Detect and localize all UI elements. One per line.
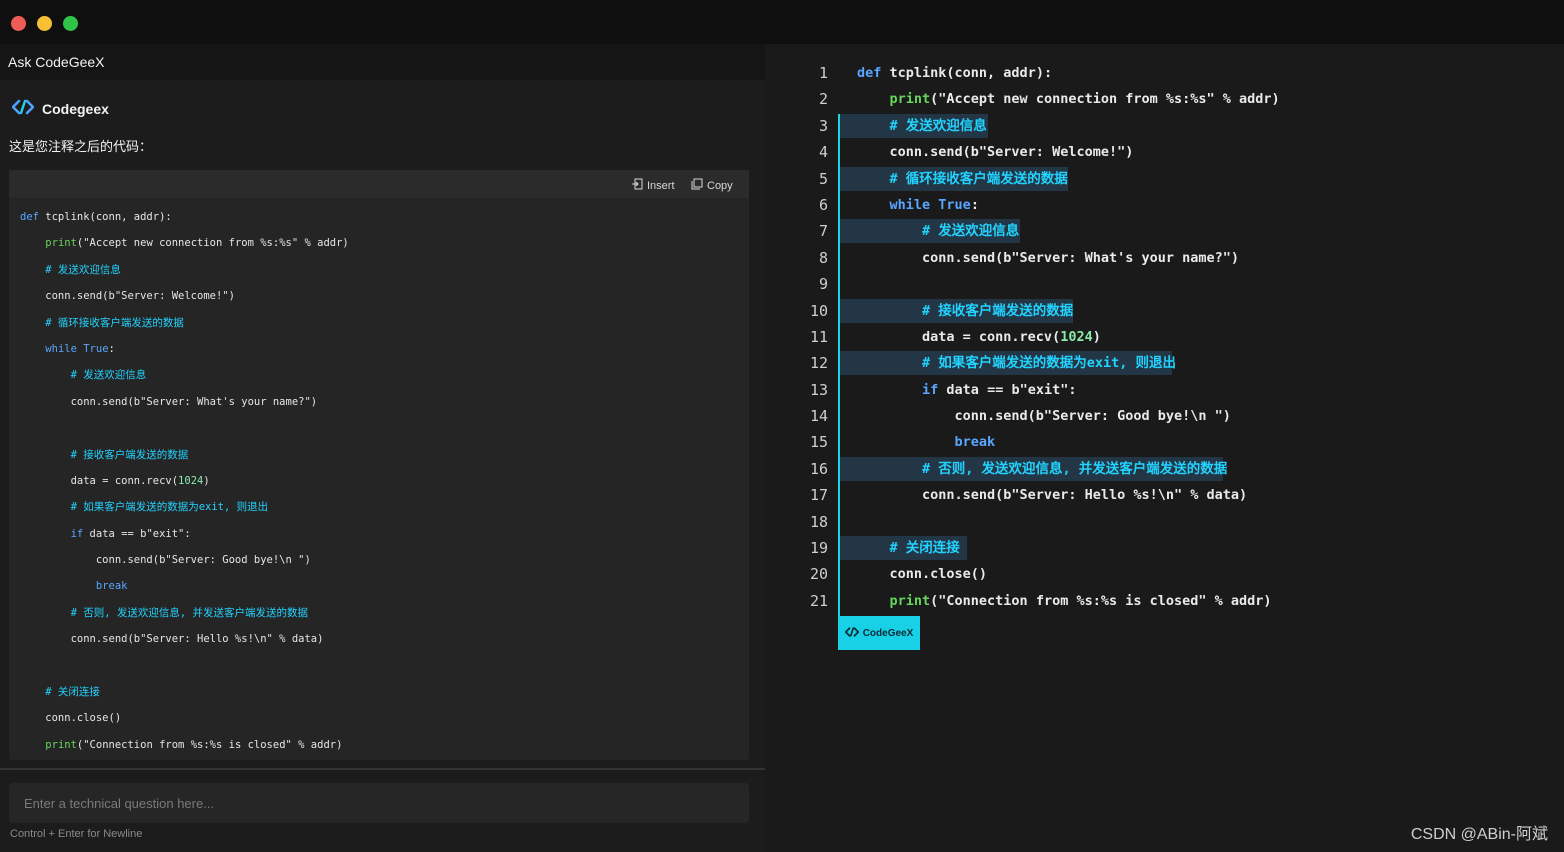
code-block-toolbar: Insert Copy bbox=[9, 170, 749, 198]
line-number: 19 bbox=[809, 539, 828, 558]
copy-icon bbox=[691, 178, 703, 193]
code-line: conn.close() bbox=[20, 712, 122, 725]
code-line: # 如果客户端发送的数据为exit, 则退出 bbox=[840, 350, 1280, 376]
code-editor[interactable]: 1 2 3 4 5 6 7 8 9 10 11 12 13 14 15 16 1… bbox=[765, 44, 1564, 852]
code-line: # 发送欢迎信息 bbox=[840, 113, 1280, 139]
code-line: if data == b"exit": bbox=[70, 527, 191, 540]
code-line: conn.send(b"Server: Hello %s!\n" % data) bbox=[20, 633, 324, 646]
line-number: 13 bbox=[809, 380, 828, 399]
code-line: conn.send(b"Server: Good bye!\n ") bbox=[857, 408, 1231, 425]
line-number: 5 bbox=[818, 169, 828, 188]
code-line: def tcplink(conn, addr): bbox=[857, 65, 1053, 81]
code-line: # 接收客户端发送的数据 bbox=[20, 448, 189, 461]
code-line: print("Connection from %s:%s is closed" … bbox=[45, 738, 343, 751]
line-number: 9 bbox=[818, 275, 828, 294]
comment-highlight: # 否则, 发送欢迎信息, 并发送客户端发送的数据 bbox=[857, 460, 1228, 477]
comment-highlight: # 接收客户端发送的数据 bbox=[857, 302, 1074, 319]
code-line: # 如果客户端发送的数据为exit, 则退出 bbox=[20, 501, 269, 514]
code-line: # 发送欢迎信息 bbox=[840, 218, 1280, 244]
window-titlebar bbox=[0, 0, 1564, 44]
code-line: while True: bbox=[889, 196, 979, 213]
brand: Codegeex bbox=[11, 99, 109, 118]
line-number: 10 bbox=[809, 301, 828, 320]
watermark: CSDN @ABin-阿斌 bbox=[1410, 826, 1548, 843]
close-window-button[interactable] bbox=[11, 16, 26, 31]
code-line: # 发送欢迎信息 bbox=[20, 369, 147, 382]
codegeex-badge-label: CodeGeeX bbox=[862, 627, 914, 639]
copy-label: Copy bbox=[707, 179, 733, 192]
line-number: 11 bbox=[809, 327, 828, 346]
line-number: 1 bbox=[818, 64, 828, 82]
line-number: 3 bbox=[818, 116, 828, 135]
divider bbox=[0, 768, 765, 770]
line-number: 12 bbox=[809, 354, 828, 373]
insert-label: Insert bbox=[647, 179, 675, 192]
code-line: while True: bbox=[45, 342, 115, 355]
code-line: data = conn.recv(1024) bbox=[20, 474, 210, 487]
code-line: # 循环接收客户端发送的数据 bbox=[840, 166, 1280, 192]
copy-button[interactable]: Copy bbox=[691, 178, 733, 193]
code-line: def tcplink(conn, addr): bbox=[20, 211, 172, 223]
newline-hint: Control + Enter for Newline bbox=[10, 828, 143, 840]
chat-panel: Ask CodeGeeX Codegeex 这是您注释之后的代码： Insert bbox=[0, 44, 765, 852]
question-input[interactable] bbox=[9, 783, 749, 823]
code-line: conn.send(b"Server: Good bye!\n ") bbox=[20, 554, 311, 567]
code-line: print("Accept new connection from %s:%s"… bbox=[45, 237, 349, 250]
code-line: # 循环接收客户端发送的数据 bbox=[20, 316, 184, 329]
code-listing: def tcplink(conn, addr): print("Accept n… bbox=[20, 204, 349, 758]
line-number: 8 bbox=[818, 248, 828, 267]
code-line: print("Connection from %s:%s is closed" … bbox=[889, 592, 1272, 609]
code-block: Insert Copy def tcplink(conn, addr): pri… bbox=[9, 170, 749, 760]
comment-highlight: # 如果客户端发送的数据为exit, 则退出 bbox=[857, 355, 1177, 372]
codegeex-badge[interactable]: CodeGeeX bbox=[838, 616, 920, 650]
line-number: 15 bbox=[809, 433, 828, 452]
line-number: 16 bbox=[809, 459, 828, 478]
code-line: # 关闭连接 bbox=[20, 686, 100, 699]
editor-code: def tcplink(conn, addr): print("Accept n… bbox=[840, 60, 1280, 614]
insert-button[interactable]: Insert bbox=[631, 178, 675, 193]
comment-highlight: # 循环接收客户端发送的数据 bbox=[857, 170, 1068, 187]
code-line: # 否则, 发送欢迎信息, 并发送客户端发送的数据 bbox=[840, 456, 1280, 482]
line-number: 21 bbox=[809, 591, 828, 610]
code-line: conn.send(b"Server: What's your name?") bbox=[20, 395, 318, 408]
line-number: 20 bbox=[809, 565, 828, 584]
line-number: 17 bbox=[809, 486, 828, 505]
code-line: conn.send(b"Server: Welcome!") bbox=[20, 290, 235, 303]
intro-text: 这是您注释之后的代码： bbox=[9, 139, 153, 154]
comment-highlight: # 发送欢迎信息 bbox=[857, 223, 1020, 240]
line-number: 7 bbox=[818, 222, 828, 241]
insert-icon bbox=[631, 178, 643, 193]
codegeex-logo-icon bbox=[11, 99, 35, 118]
line-number-gutter: 1 2 3 4 5 6 7 8 9 10 11 12 13 14 15 16 1… bbox=[765, 60, 828, 614]
code-line: conn.send(b"Server: Welcome!") bbox=[857, 144, 1134, 161]
maximize-window-button[interactable] bbox=[63, 16, 78, 31]
panel-title: Ask CodeGeeX bbox=[0, 44, 765, 80]
comment-highlight: # 关闭连接 bbox=[857, 540, 960, 557]
code-line: data = conn.recv(1024) bbox=[857, 328, 1101, 345]
code-line: # 接收客户端发送的数据 bbox=[840, 298, 1280, 324]
code-line: conn.send(b"Server: What's your name?") bbox=[857, 249, 1240, 266]
minimize-window-button[interactable] bbox=[37, 16, 52, 31]
brand-name: Codegeex bbox=[42, 100, 109, 117]
codegeex-logo-icon bbox=[844, 626, 859, 640]
code-line: conn.close() bbox=[857, 566, 988, 583]
line-number: 14 bbox=[809, 407, 828, 426]
code-line: break bbox=[857, 434, 996, 451]
code-line: conn.send(b"Server: Hello %s!\n" % data) bbox=[857, 487, 1248, 504]
code-line: # 否则, 发送欢迎信息, 并发送客户端发送的数据 bbox=[20, 606, 309, 619]
line-number: 18 bbox=[809, 512, 828, 531]
code-line: break bbox=[20, 580, 128, 593]
line-number: 2 bbox=[818, 90, 828, 109]
line-number: 6 bbox=[818, 195, 828, 214]
code-line: # 发送欢迎信息 bbox=[20, 263, 121, 276]
code-line: if data == b"exit": bbox=[922, 381, 1077, 398]
code-line: print("Accept new connection from %s:%s"… bbox=[889, 91, 1280, 108]
line-number: 4 bbox=[818, 143, 828, 162]
code-line: # 关闭连接 bbox=[840, 535, 1280, 561]
comment-highlight: # 发送欢迎信息 bbox=[857, 117, 987, 134]
